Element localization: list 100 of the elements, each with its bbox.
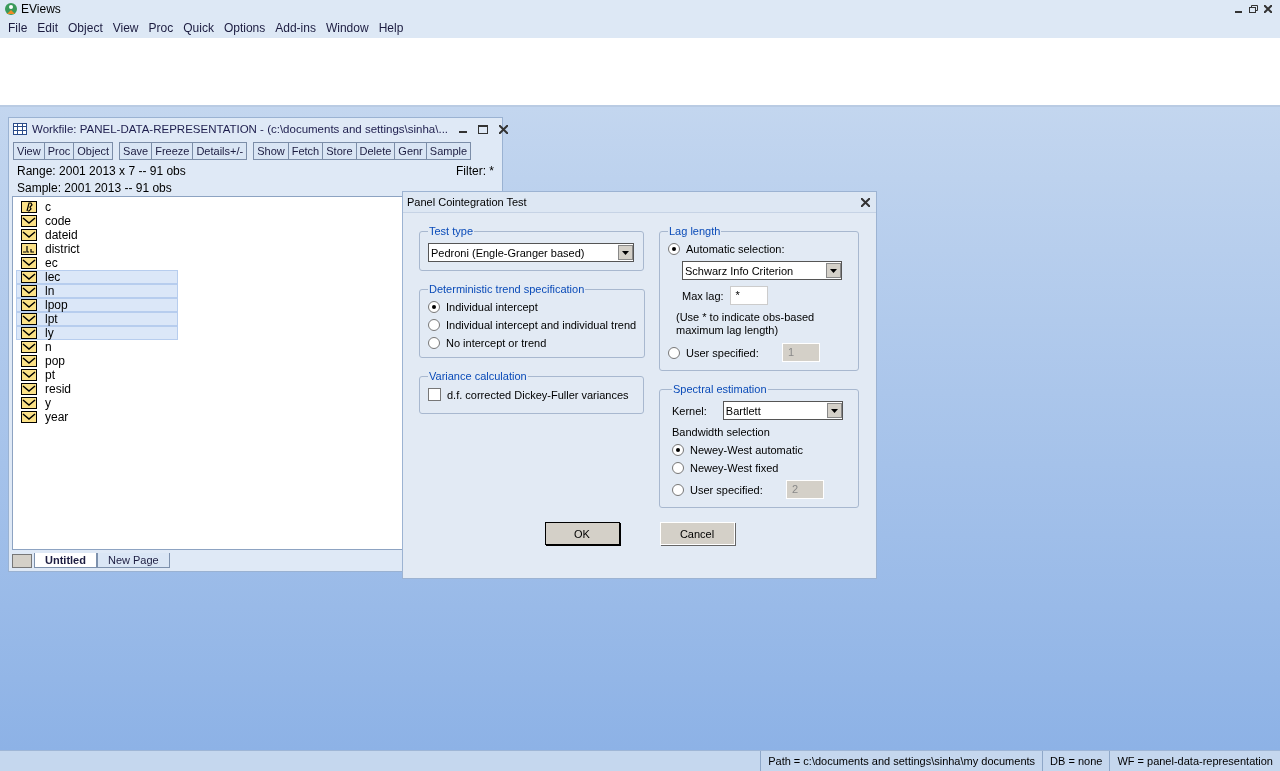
dialog-button[interactable]: Cancel xyxy=(659,522,735,545)
group-label: Variance calculation xyxy=(428,370,528,382)
radio-label: Newey-West automatic xyxy=(690,444,803,456)
dropdown-arrow-icon xyxy=(622,250,629,255)
radio-button[interactable] xyxy=(428,301,440,313)
toolbar-button[interactable]: Proc xyxy=(44,143,75,159)
close-icon[interactable] xyxy=(861,197,870,207)
series-icon xyxy=(21,229,37,241)
series-icon xyxy=(21,327,37,339)
radio-label: No intercept or trend xyxy=(446,337,547,349)
group-label: Lag length xyxy=(668,225,722,237)
toolbar-button[interactable]: Show xyxy=(254,143,289,159)
toolbar-button[interactable]: Store xyxy=(323,143,357,159)
menu-item[interactable]: Object xyxy=(63,21,108,35)
series-icon xyxy=(21,355,37,367)
hint-text: (Use * to indicate obs-based maximum lag length) xyxy=(675,311,816,337)
series-icon xyxy=(21,299,37,311)
app-title: EViews xyxy=(21,2,62,16)
toolbar-button[interactable]: Details+/- xyxy=(193,143,247,159)
kernel-dropdown[interactable]: Bartlett xyxy=(722,401,843,420)
group-label: Spectral estimation xyxy=(672,383,768,395)
object-item[interactable]: ly xyxy=(16,326,178,340)
radio-button[interactable] xyxy=(668,346,680,359)
series-icon xyxy=(21,341,37,353)
close-icon[interactable] xyxy=(499,124,509,134)
menu-item[interactable]: Edit xyxy=(32,21,64,35)
radio-label: User specified: xyxy=(686,346,760,359)
object-item[interactable]: district xyxy=(16,242,178,256)
table-icon xyxy=(13,123,27,135)
radio-label: Individual intercept xyxy=(446,301,538,313)
toolbar-button[interactable]: Object xyxy=(74,143,113,159)
toolbar-button[interactable]: Save xyxy=(120,143,153,159)
radio-label: Automatic selection: xyxy=(686,243,785,255)
close-icon[interactable] xyxy=(1264,5,1272,13)
object-item[interactable]: code xyxy=(16,214,178,228)
dropdown-arrow-icon xyxy=(830,268,837,273)
radio-button[interactable] xyxy=(668,243,680,255)
object-item[interactable]: resid xyxy=(16,382,178,396)
radio-button[interactable] xyxy=(428,319,440,331)
series-icon xyxy=(21,383,37,395)
menu-item[interactable]: Add-ins xyxy=(270,21,321,35)
series-icon xyxy=(21,271,37,283)
toolbar-button[interactable]: Fetch xyxy=(288,143,324,159)
object-item[interactable]: year xyxy=(16,410,178,424)
menu-item[interactable]: View xyxy=(107,21,144,35)
series-icon xyxy=(21,397,37,409)
toolbar-button[interactable]: Sample xyxy=(426,143,471,159)
menu-item[interactable]: Window xyxy=(320,21,374,35)
toolbar-button[interactable]: Delete xyxy=(356,143,396,159)
status-text: WF = panel-data-representation xyxy=(1109,751,1280,771)
maximize-icon[interactable] xyxy=(478,124,489,134)
series-icon xyxy=(21,285,37,297)
object-item[interactable]: lec xyxy=(16,270,178,284)
radio-label: Individual intercept and individual trend xyxy=(446,319,637,331)
menu-item[interactable]: Options xyxy=(218,21,271,35)
max-lag-field[interactable]: * xyxy=(729,286,768,305)
object-item[interactable]: dateid xyxy=(16,228,178,242)
series-icon xyxy=(21,411,37,423)
toolbar-button[interactable]: Freeze xyxy=(152,143,194,159)
alpha-series-icon xyxy=(21,243,37,255)
dropdown-arrow-icon xyxy=(830,408,838,413)
sample-text: Sample: 2001 2013 -- 91 obs xyxy=(17,180,172,195)
checkbox-label: d.f. corrected Dickey-Fuller variances xyxy=(447,388,629,401)
radio-label: Newey-West fixed xyxy=(690,462,779,474)
window-title: Workfile: PANEL-DATA-REPRESENTATION - (c:\documents and settings\sinha\... xyxy=(32,123,449,135)
object-item[interactable]: ec xyxy=(16,256,178,270)
object-item[interactable]: pt xyxy=(16,368,178,382)
field-label: Max lag: xyxy=(682,289,724,302)
object-item[interactable]: lpt xyxy=(16,312,178,326)
radio-button[interactable] xyxy=(672,444,684,456)
menu-item[interactable]: File xyxy=(3,21,33,35)
series-icon xyxy=(21,215,37,227)
test-type-dropdown[interactable]: Pedroni (Engle-Granger based) xyxy=(428,243,634,262)
object-item[interactable]: c xyxy=(16,200,178,214)
radio-button[interactable] xyxy=(672,462,684,474)
object-item[interactable]: y xyxy=(16,396,178,410)
dialog-button[interactable]: OK xyxy=(544,522,620,545)
radio-button[interactable] xyxy=(428,337,440,349)
menu-item[interactable]: Proc xyxy=(143,21,179,35)
object-item[interactable]: n xyxy=(16,340,178,354)
status-text: DB = none xyxy=(1042,751,1110,771)
restore-icon[interactable] xyxy=(1249,5,1258,13)
section-label: Bandwidth selection xyxy=(672,426,771,438)
object-item[interactable]: pop xyxy=(16,354,178,368)
criterion-dropdown[interactable]: Schwarz Info Criterion xyxy=(682,261,842,280)
series-icon xyxy=(21,313,37,325)
toolbar-button[interactable]: Genr xyxy=(395,143,427,159)
menu-item[interactable]: Help xyxy=(373,21,409,35)
page-tab[interactable]: Untitled xyxy=(34,553,97,568)
series-icon xyxy=(21,369,37,381)
dialog-title: Panel Cointegration Test xyxy=(407,196,527,208)
toolbar-button[interactable]: View xyxy=(14,143,45,159)
tab-scroll-arrows[interactable] xyxy=(12,554,32,568)
checkbox[interactable] xyxy=(428,388,441,401)
object-item[interactable]: ln xyxy=(16,284,178,298)
page-tab[interactable]: New Page xyxy=(96,553,170,568)
object-item[interactable]: lpop xyxy=(16,298,178,312)
menu-item[interactable]: Quick xyxy=(178,21,219,35)
radio-button[interactable] xyxy=(672,483,684,496)
group-label: Deterministic trend specification xyxy=(428,283,586,295)
